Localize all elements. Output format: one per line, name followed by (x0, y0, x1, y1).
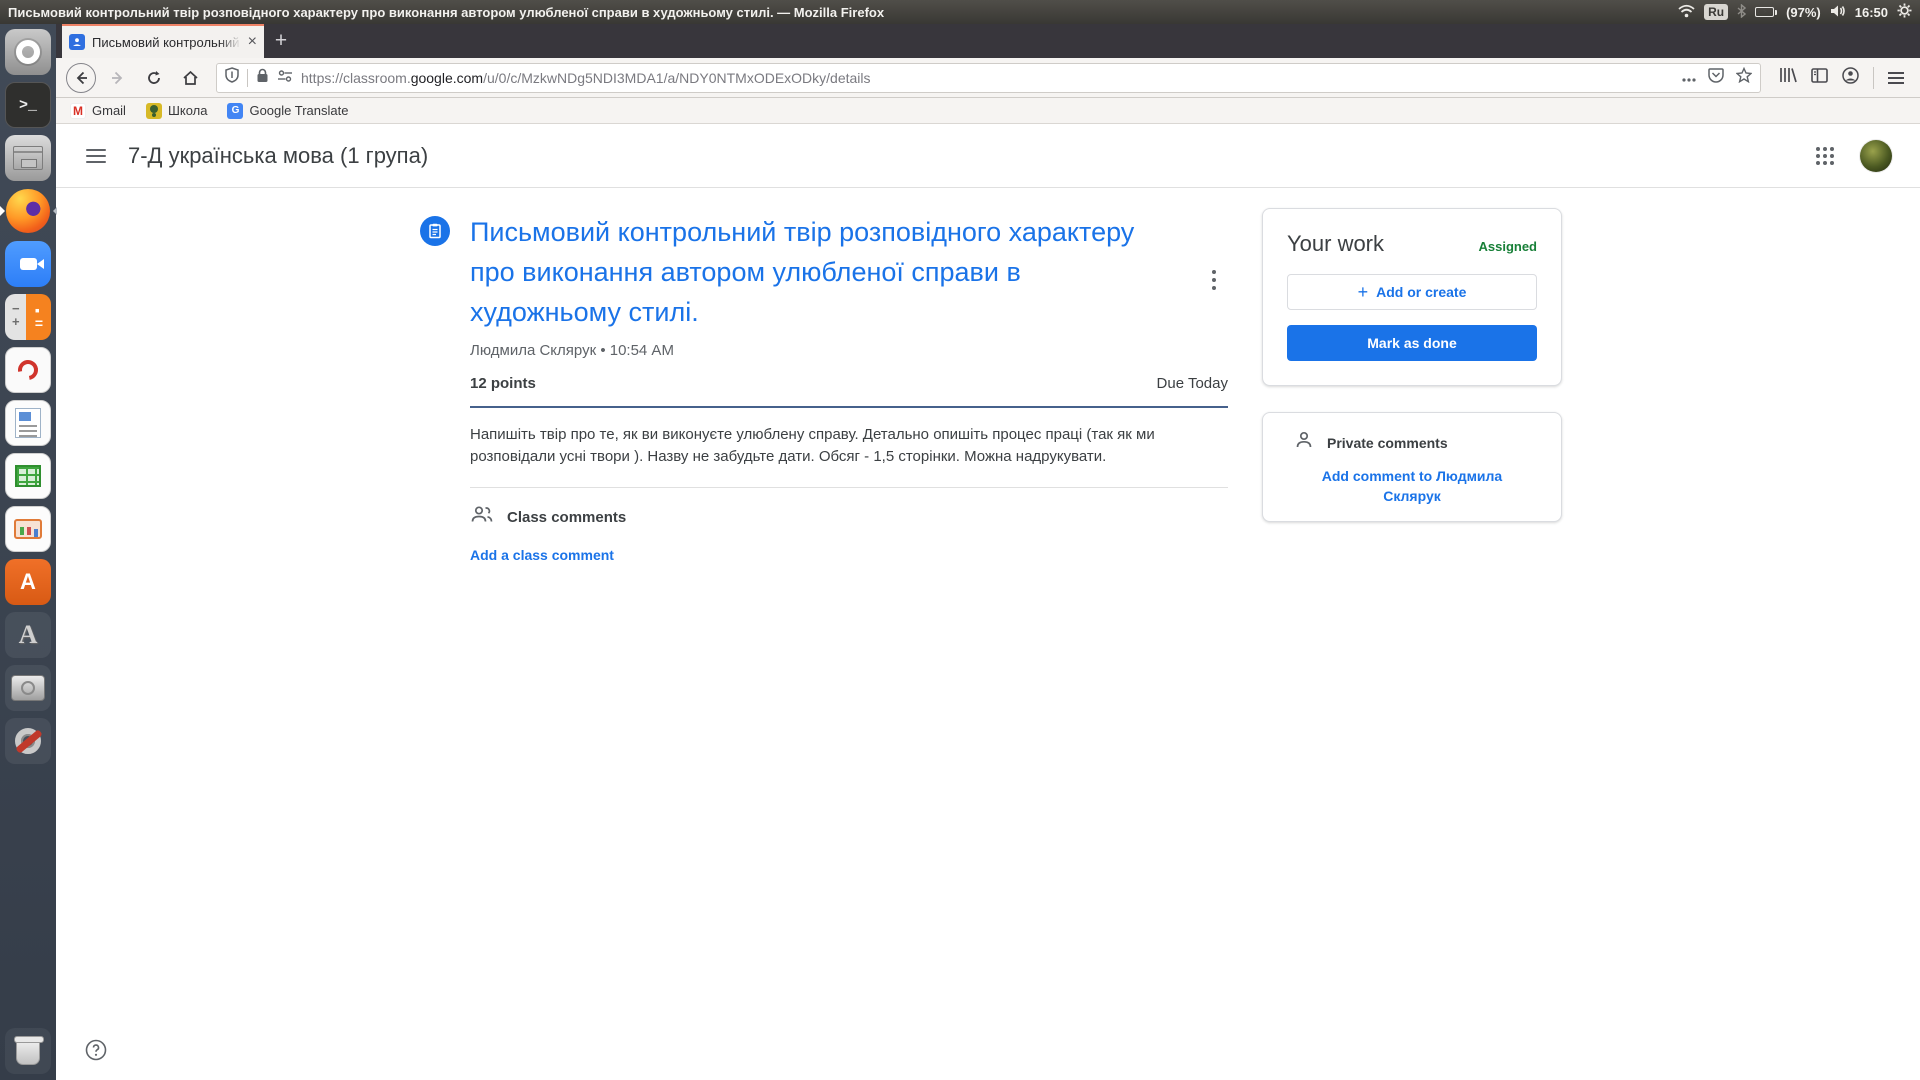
classroom-favicon-icon (69, 34, 85, 50)
urlbar-separator (247, 69, 248, 87)
zoom-icon[interactable] (5, 241, 51, 287)
more-options-icon[interactable] (1206, 264, 1222, 296)
battery-percentage: (97%) (1786, 5, 1821, 20)
bookmark-star-icon[interactable] (1736, 67, 1752, 88)
bookmark-label: Gmail (92, 103, 126, 118)
app-store-a-icon[interactable]: A (5, 559, 51, 605)
file-archive-icon[interactable] (5, 135, 51, 181)
assignment-status-badge: Assigned (1478, 239, 1537, 254)
add-class-comment-link[interactable]: Add a class comment (470, 547, 1228, 563)
plus-icon: + (1358, 283, 1369, 301)
assignment-author-line: Людмила Склярук • 10:54 AM (470, 342, 1228, 359)
silver-a-app-icon[interactable]: A (5, 612, 51, 658)
assignment-icon (420, 216, 450, 246)
wifi-icon[interactable] (1678, 4, 1695, 21)
bookmarks-bar: M Gmail Школа G Google Translate (56, 98, 1920, 124)
toolbar-separator (1873, 67, 1874, 89)
volume-icon[interactable] (1830, 4, 1846, 21)
class-comments-icon (470, 505, 494, 530)
libreoffice-impress-icon[interactable] (5, 506, 51, 552)
window-title: Письмовий контрольний твір розповідного … (8, 5, 884, 20)
mark-as-done-button[interactable]: Mark as done (1287, 325, 1537, 361)
tab-title: Письмовий контрольний твір розповідного … (92, 35, 241, 50)
sidebar-toggle-icon[interactable] (1811, 68, 1828, 88)
back-button[interactable] (66, 63, 96, 93)
assignment-title: Письмовий контрольний твір розповідного … (470, 212, 1228, 332)
page-actions-icon[interactable] (1682, 69, 1696, 87)
class-comments-label: Class comments (507, 509, 626, 526)
forward-button[interactable] (104, 64, 132, 92)
add-or-create-button[interactable]: + Add or create (1287, 274, 1537, 310)
battery-charging-icon[interactable]: ⚡ (1755, 7, 1777, 17)
browser-tab[interactable]: Письмовий контрольний твір розповідного … (62, 24, 264, 58)
points-divider (470, 406, 1228, 408)
help-button[interactable] (84, 1038, 108, 1062)
new-tab-button[interactable]: + (264, 24, 298, 58)
power-gear-icon[interactable] (1897, 3, 1912, 21)
dock: >_ −+▪= A A (0, 24, 56, 1080)
keyboard-layout-indicator[interactable]: Ru (1704, 4, 1728, 20)
user-avatar[interactable] (1860, 140, 1892, 172)
system-tools-icon[interactable] (5, 718, 51, 764)
bookmark-label: Школа (168, 103, 208, 118)
system-top-bar: Письмовий контрольний твір розповідного … (0, 0, 1920, 24)
page-actions (1682, 67, 1752, 88)
calculator-icon[interactable]: −+▪= (5, 294, 51, 340)
tracking-shield-icon[interactable] (225, 67, 239, 88)
home-button[interactable] (176, 64, 204, 92)
tab-bar: Письмовий контрольний твір розповідного … (56, 24, 1920, 58)
tab-close-icon[interactable]: × (248, 34, 257, 50)
libreoffice-calc-icon[interactable] (5, 453, 51, 499)
translate-icon: G (227, 103, 243, 119)
bookmark-label: Google Translate (249, 103, 348, 118)
description-divider (470, 487, 1228, 488)
google-apps-grid-icon[interactable] (1816, 147, 1834, 165)
clock[interactable]: 16:50 (1855, 5, 1888, 20)
assignment-description: Напишіть твір про те, як ви виконуєте ул… (470, 424, 1228, 468)
libreoffice-writer-icon[interactable] (5, 400, 51, 446)
firefox-icon[interactable] (5, 188, 51, 234)
system-tray: Ru ⚡ (97%) 16:50 (1678, 3, 1912, 21)
account-icon[interactable] (1842, 67, 1859, 89)
navigation-toolbar: https://classroom.google.com/u/0/c/MzkwN… (56, 58, 1920, 98)
ubuntu-software-icon[interactable] (5, 29, 51, 75)
bluetooth-icon[interactable] (1737, 4, 1746, 21)
bookmark-gmail[interactable]: M Gmail (70, 103, 126, 119)
menu-icon[interactable] (1888, 72, 1904, 84)
course-title[interactable]: 7-Д українська мова (1 група) (128, 143, 428, 169)
add-private-comment-link[interactable]: Add comment to Людмила Склярук (1287, 466, 1537, 506)
classroom-header: 7-Д українська мова (1 група) (56, 124, 1920, 188)
firefox-window: Письмовий контрольний твір розповідного … (56, 24, 1920, 1080)
trash-icon[interactable] (5, 1028, 51, 1074)
desktop: Письмовий контрольний твір розповідного … (0, 0, 1920, 1080)
url-bar[interactable]: https://classroom.google.com/u/0/c/MzkwN… (216, 63, 1761, 93)
assignment-due: Due Today (1157, 375, 1228, 392)
gmail-icon: M (70, 103, 86, 119)
permissions-icon[interactable] (277, 69, 293, 87)
bookmark-school[interactable]: Школа (146, 103, 208, 119)
terminal-icon[interactable]: >_ (5, 82, 51, 128)
library-icon[interactable] (1779, 67, 1797, 88)
private-comments-card: Private comments Add comment to Людмила … (1262, 412, 1562, 522)
disks-icon[interactable] (5, 665, 51, 711)
pocket-icon[interactable] (1708, 68, 1724, 88)
your-work-title: Your work (1287, 231, 1384, 257)
your-work-card: Your work Assigned + Add or create Mark … (1262, 208, 1562, 386)
document-viewer-icon[interactable] (5, 347, 51, 393)
private-comments-title: Private comments (1327, 435, 1448, 451)
lock-icon[interactable] (256, 68, 269, 88)
toolbar-right (1773, 67, 1910, 89)
bookmark-translate[interactable]: G Google Translate (227, 103, 348, 119)
reload-button[interactable] (140, 64, 168, 92)
url-text[interactable]: https://classroom.google.com/u/0/c/MzkwN… (301, 70, 1674, 86)
classroom-page: 7-Д українська мова (1 група) Письмовий … (56, 124, 1920, 1080)
main-menu-icon[interactable] (86, 149, 106, 163)
assignment-detail: Письмовий контрольний твір розповідного … (470, 212, 1228, 563)
assignment-points: 12 points (470, 375, 536, 392)
classroom-icon (146, 103, 162, 119)
person-icon (1295, 431, 1313, 454)
